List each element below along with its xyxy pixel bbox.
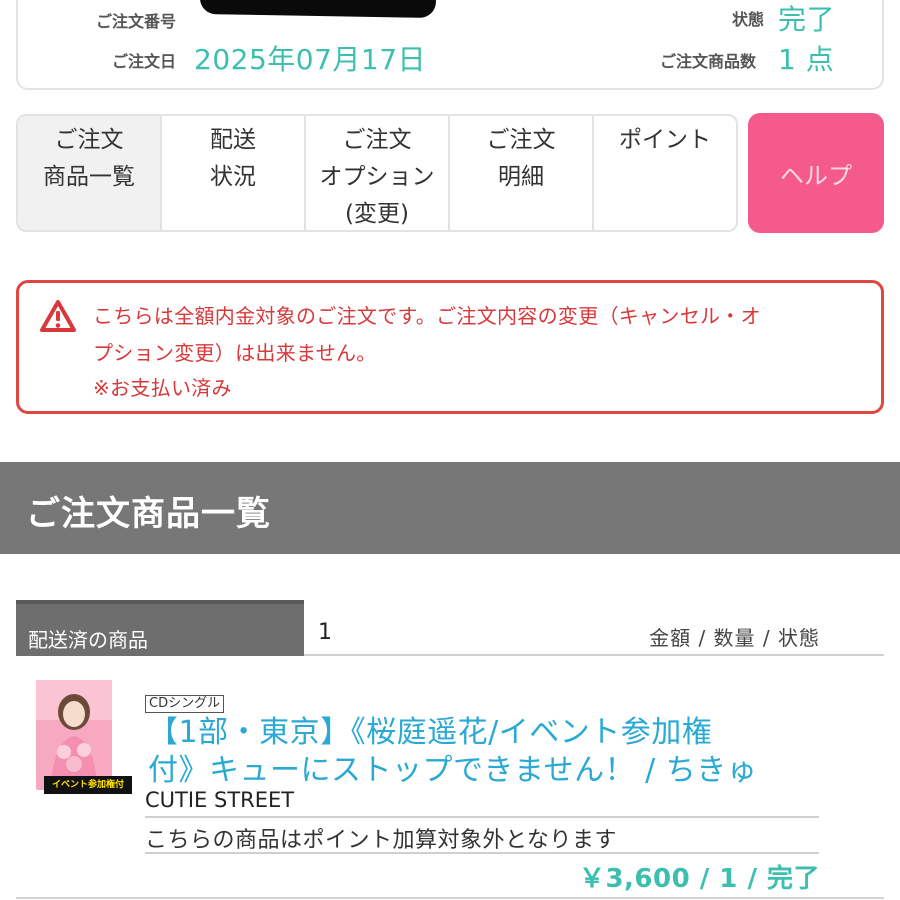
tab-points[interactable]: ポイント <box>594 116 736 230</box>
product-photo <box>36 680 112 790</box>
tab-label-line: (変更) <box>345 201 409 227</box>
status-value: 完了 <box>778 3 836 36</box>
alert-text-line: こちらは全額内金対象のご注文です。ご注文内容の変更（キャンセル・オ <box>93 304 761 328</box>
shipped-items-bar: 配送済の商品 1 金額 / 数量 / 状態 <box>16 600 884 656</box>
warning-icon <box>40 300 76 332</box>
tab-label-line: ご注文 <box>342 127 412 153</box>
tab-order-details[interactable]: ご注文 明細 <box>450 116 594 230</box>
tab-label-line: オプション <box>319 164 435 190</box>
tab-order-options[interactable]: ご注文 オプション (変更) <box>306 116 450 230</box>
order-date-label: ご注文日 <box>112 52 177 71</box>
tab-label-line: 明細 <box>498 164 544 190</box>
shipped-items-tab[interactable]: 配送済の商品 <box>16 600 304 656</box>
column-headers: 金額 / 数量 / 状態 <box>649 626 820 650</box>
category-tag: CDシングル <box>145 695 225 713</box>
section-header: ご注文商品一覧 <box>0 462 900 554</box>
shipped-items-count: 1 <box>318 620 332 645</box>
tab-order-items[interactable]: ご注文 商品一覧 <box>18 116 162 230</box>
section-title: ご注文商品一覧 <box>26 494 271 534</box>
event-badge: イベント参加権付 <box>44 776 132 794</box>
artist-name: CUTIE STREET <box>145 788 295 812</box>
points-note: こちらの商品はポイント加算対象外となります <box>145 828 617 853</box>
shipped-items-tab-label: 配送済の商品 <box>28 628 148 652</box>
price-quantity-status: ￥3,600 / 1 / 完了 <box>578 864 820 894</box>
tab-label-line: 状況 <box>210 164 256 190</box>
alert-text-line: ※お支払い済み <box>93 376 232 400</box>
product-title-line[interactable]: 付》キューにストップできません！ / ちきゅ <box>148 752 848 790</box>
tab-delivery-status[interactable]: 配送 状況 <box>162 116 306 230</box>
product-title-line[interactable]: 【1部・東京】《桜庭遥花/イベント参加権 <box>148 714 848 752</box>
alert-text-line: プション変更）は出来ません。 <box>93 341 377 365</box>
status-label: 状態 <box>732 10 765 29</box>
order-number-redaction <box>199 0 437 19</box>
help-button[interactable]: ヘルプ <box>748 113 884 233</box>
tab-label-line: ご注文 <box>54 127 124 153</box>
bottom-divider <box>16 897 884 899</box>
divider <box>145 852 819 854</box>
tab-label-line: ポイント <box>619 127 711 153</box>
divider <box>145 816 819 818</box>
order-date-value: 2025年07月17日 <box>194 43 427 76</box>
item-count-value: 1 点 <box>778 43 835 76</box>
alert-box: こちらは全額内金対象のご注文です。ご注文内容の変更（キャンセル・オ プション変更… <box>16 280 884 414</box>
order-number-label: ご注文番号 <box>96 12 177 31</box>
tab-label-line: 商品一覧 <box>43 164 135 190</box>
item-count-label: ご注文商品数 <box>660 52 757 71</box>
order-tabs: ご注文 商品一覧 配送 状況 ご注文 オプション (変更) ご注文 明細 ポイン… <box>16 114 738 232</box>
tab-label-line: 配送 <box>210 127 256 153</box>
product-thumbnail[interactable] <box>36 680 112 790</box>
order-summary-card: ご注文番号 状態 完了 ご注文日 2025年07月17日 ご注文商品数 1 点 <box>16 0 884 90</box>
tab-label-line: ご注文 <box>486 127 556 153</box>
